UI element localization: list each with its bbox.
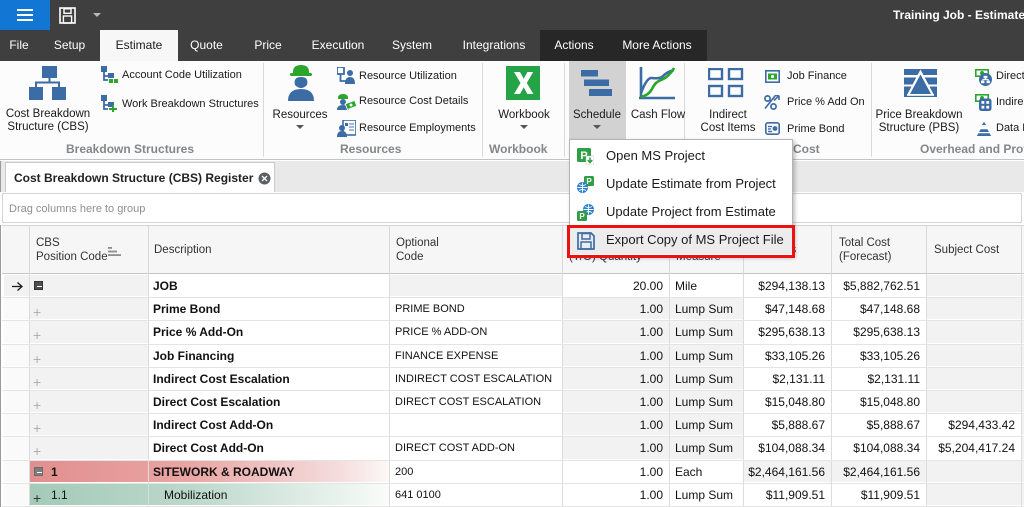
svg-text:P: P (586, 177, 592, 186)
svg-text:P: P (579, 212, 585, 221)
